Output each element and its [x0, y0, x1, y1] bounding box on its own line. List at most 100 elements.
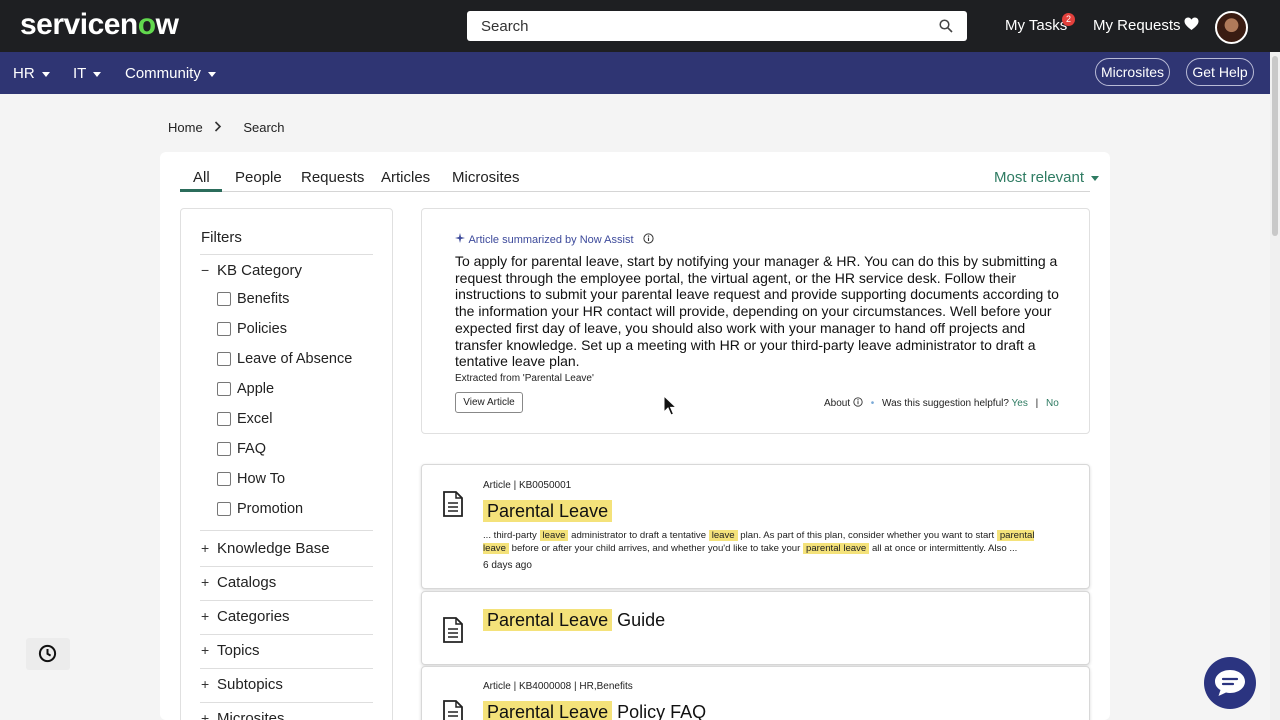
get-help-button[interactable]: Get Help	[1186, 58, 1254, 86]
helpful-question: Was this suggestion helpful?	[882, 398, 1009, 409]
filter-group-categories[interactable]: + Categories	[201, 608, 290, 625]
collapse-icon: −	[201, 262, 210, 278]
user-avatar[interactable]	[1215, 11, 1248, 44]
info-icon[interactable]	[853, 397, 863, 407]
my-tasks-link[interactable]: My Tasks	[1005, 17, 1067, 34]
tab-articles[interactable]: Articles	[381, 169, 430, 186]
expand-icon: +	[201, 642, 210, 658]
microsites-button[interactable]: Microsites	[1095, 58, 1170, 86]
heart-icon[interactable]	[1184, 17, 1199, 31]
view-article-button[interactable]: View Article	[455, 392, 523, 413]
chevron-right-icon	[214, 121, 222, 132]
filter-option-excel[interactable]: Excel	[237, 411, 272, 427]
about-link[interactable]: About	[824, 398, 850, 409]
result-title[interactable]: Parental Leave Policy FAQ	[483, 701, 706, 720]
filter-option-promotion[interactable]: Promotion	[237, 501, 303, 517]
ai-summary-label: Article summarized by Now Assist	[455, 233, 654, 246]
search-icon[interactable]	[939, 19, 953, 33]
tasks-count-badge: 2	[1062, 13, 1075, 26]
filter-option-how-to[interactable]: How To	[237, 471, 285, 487]
breadcrumb-current: Search	[243, 120, 285, 135]
history-button[interactable]	[26, 638, 70, 670]
expand-icon: +	[201, 540, 210, 556]
expand-icon: +	[201, 710, 210, 720]
result-snippet: ... third-party leave administrator to d…	[483, 530, 1035, 554]
sparkle-icon	[455, 233, 465, 243]
result-meta: Article | KB0050001	[483, 480, 572, 491]
feedback-no-link[interactable]: No	[1046, 398, 1059, 409]
result-meta: Article | KB4000008 | HR,Benefits	[483, 681, 633, 692]
divider	[200, 702, 373, 703]
nav-it[interactable]: IT	[73, 65, 102, 82]
tab-people[interactable]: People	[235, 169, 282, 186]
breadcrumb: Home Search	[168, 120, 285, 135]
divider	[200, 254, 373, 255]
divider	[200, 566, 373, 567]
checkbox-promotion[interactable]	[217, 502, 231, 516]
breadcrumb-home[interactable]: Home	[168, 120, 203, 135]
search-placeholder: Search	[481, 18, 529, 35]
checkbox-policies[interactable]	[217, 322, 231, 336]
main-nav: HR IT Community Microsites Get Help	[0, 52, 1270, 94]
active-tab-indicator	[180, 189, 222, 192]
tabs-divider	[180, 191, 1090, 192]
mouse-cursor-icon	[663, 395, 677, 416]
divider	[200, 600, 373, 601]
chat-icon	[1215, 670, 1245, 696]
filter-option-policies[interactable]: Policies	[237, 321, 287, 337]
page-scrollbar[interactable]	[1270, 52, 1280, 720]
chevron-down-icon	[93, 71, 102, 77]
checkbox-leave-of-absence[interactable]	[217, 352, 231, 366]
expand-icon: +	[201, 608, 210, 624]
scrollbar-thumb[interactable]	[1272, 56, 1278, 236]
chevron-down-icon	[1091, 175, 1100, 181]
filter-group-kb-category[interactable]: − KB Category	[201, 262, 302, 279]
filter-option-benefits[interactable]: Benefits	[237, 291, 289, 307]
divider	[200, 530, 373, 531]
checkbox-apple[interactable]	[217, 382, 231, 396]
global-search-input[interactable]: Search	[467, 11, 967, 41]
filter-group-knowledge-base[interactable]: + Knowledge Base	[201, 540, 330, 557]
tab-microsites[interactable]: Microsites	[452, 169, 520, 186]
expand-icon: +	[201, 676, 210, 692]
result-title[interactable]: Parental Leave Guide	[483, 609, 665, 631]
nav-community[interactable]: Community	[125, 65, 216, 82]
filter-group-topics[interactable]: + Topics	[201, 642, 260, 659]
history-icon	[38, 644, 57, 663]
feedback-row: About • Was this suggestion helpful? Yes…	[824, 397, 1059, 409]
nav-hr[interactable]: HR	[13, 65, 50, 82]
ai-summary-text: To apply for parental leave, start by no…	[455, 253, 1059, 370]
virtual-agent-chat-button[interactable]	[1204, 657, 1256, 709]
my-requests-link[interactable]: My Requests	[1093, 17, 1181, 34]
filter-group-microsites[interactable]: + Microsites	[201, 710, 285, 720]
checkbox-excel[interactable]	[217, 412, 231, 426]
checkbox-faq[interactable]	[217, 442, 231, 456]
feedback-yes-link[interactable]: Yes	[1012, 398, 1028, 409]
info-icon[interactable]	[642, 233, 654, 244]
servicenow-logo[interactable]: servicenow	[20, 8, 179, 42]
separator-dot: •	[870, 398, 875, 409]
checkbox-how-to[interactable]	[217, 472, 231, 486]
extracted-from-label: Extracted from 'Parental Leave'	[455, 373, 594, 384]
expand-icon: +	[201, 574, 210, 590]
filter-option-faq[interactable]: FAQ	[237, 441, 266, 457]
tab-all[interactable]: All	[193, 169, 210, 186]
chevron-down-icon	[207, 71, 216, 77]
filter-group-catalogs[interactable]: + Catalogs	[201, 574, 276, 591]
result-age: 6 days ago	[483, 560, 532, 571]
document-icon	[443, 617, 463, 643]
filters-title: Filters	[201, 229, 242, 246]
document-icon	[443, 700, 463, 720]
separator: |	[1035, 398, 1039, 409]
filter-option-leave-of-absence[interactable]: Leave of Absence	[237, 351, 352, 367]
tab-requests[interactable]: Requests	[301, 169, 364, 186]
result-title[interactable]: Parental Leave	[483, 500, 613, 522]
sort-dropdown[interactable]: Most relevant	[994, 169, 1100, 186]
filter-group-subtopics[interactable]: + Subtopics	[201, 676, 283, 693]
chevron-down-icon	[41, 71, 50, 77]
top-bar: servicenow Search My Tasks 2 My Requests	[0, 0, 1280, 52]
divider	[200, 668, 373, 669]
divider	[200, 634, 373, 635]
checkbox-benefits[interactable]	[217, 292, 231, 306]
filter-option-apple[interactable]: Apple	[237, 381, 274, 397]
